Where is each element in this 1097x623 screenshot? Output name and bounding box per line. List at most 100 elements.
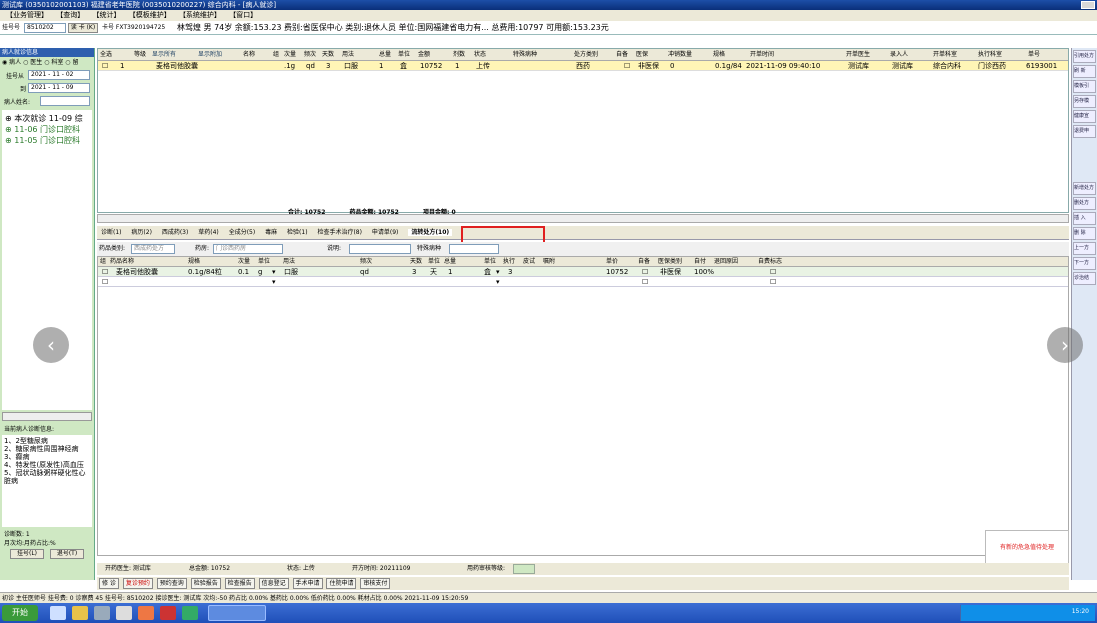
- tab-diagnosis[interactable]: 诊断(1): [101, 229, 122, 236]
- radio-other[interactable]: ○ 留: [65, 59, 78, 66]
- register-button[interactable]: 挂号(L): [10, 549, 44, 559]
- tab-record[interactable]: 病历(2): [131, 229, 152, 236]
- tab-request[interactable]: 申请单(9): [372, 229, 399, 236]
- surgery-request-button[interactable]: 手术申请: [292, 578, 323, 589]
- tab-lab[interactable]: 检验(1): [287, 229, 308, 236]
- app-icon[interactable]: [160, 606, 176, 620]
- table-row[interactable]: ☐ ▾ ▾ ☐ ☐: [98, 277, 1068, 287]
- system-tray: 15:20: [960, 605, 1095, 621]
- detail-grid: 组 药品名称 规格 次量 单位 用法 频次 天数 单位 总量 单位 执行 皮试 …: [97, 256, 1069, 556]
- date-from-input[interactable]: 2021 - 11 - 02: [28, 70, 90, 80]
- app-icon[interactable]: [138, 606, 154, 620]
- appointment-query-button[interactable]: 预约查询: [156, 578, 187, 589]
- delete-rx-button[interactable]: 删处方: [1073, 197, 1096, 210]
- radio-doctor[interactable]: ○ 医生: [23, 59, 42, 66]
- radio-dept[interactable]: ○ 科室: [44, 59, 63, 66]
- app-icon[interactable]: [94, 606, 110, 620]
- col-show-extra[interactable]: 显示附加: [198, 49, 222, 61]
- unregister-button[interactable]: 退号(T): [50, 549, 84, 559]
- next-rx-button[interactable]: 下一方: [1073, 257, 1096, 270]
- table-row[interactable]: ☐ 麦格司他胶囊 0.1g/84粒 0.1 g ▾ 口服 qd 3 天 1 盒 …: [98, 267, 1068, 277]
- reg-buttons: 挂号(L) 退号(T): [0, 547, 94, 561]
- menu-item-business[interactable]: 【业务管理】: [6, 10, 48, 21]
- read-card-button[interactable]: 读 卡 (K): [68, 23, 98, 33]
- pharmacy-select[interactable]: 门诊西药房: [213, 244, 283, 254]
- main-grid-scrollbar[interactable]: [97, 214, 1069, 223]
- menu-item-stats[interactable]: 【统计】: [92, 10, 120, 21]
- new-rx-button[interactable]: 新增处方: [1073, 182, 1096, 195]
- qty-unit-dropdown-icon[interactable]: ▾: [496, 267, 500, 277]
- active-window-button[interactable]: [208, 605, 266, 621]
- row-checkbox[interactable]: ☐: [102, 61, 108, 71]
- menu-item-system[interactable]: 【系统维护】: [179, 10, 221, 21]
- save-template-button[interactable]: 另存模: [1073, 95, 1096, 108]
- insert-button[interactable]: 插 入: [1073, 212, 1096, 225]
- row-checkbox[interactable]: ☐: [102, 267, 108, 277]
- app-icon[interactable]: [182, 606, 198, 620]
- menu-item-template[interactable]: 【模板维护】: [129, 10, 171, 21]
- lab-report-button[interactable]: 检验报告: [190, 578, 221, 589]
- tab-western[interactable]: 西成药(3): [162, 229, 189, 236]
- date-to-input[interactable]: 2021 - 11 - 09: [28, 83, 90, 93]
- cite-rx-button[interactable]: 引用处方: [1073, 50, 1096, 63]
- menu-item-query[interactable]: 【查询】: [56, 10, 84, 21]
- tab-herbal[interactable]: 草药(4): [198, 229, 219, 236]
- action-bar: 修 诊 复诊预约 预约查询 检验报告 检查报告 信息登记 手术申请 住院申请 审…: [97, 577, 1069, 590]
- bottom-status-text: 初诊 主任医师号 挂号费: 0 诊察费 45 挂号号: 8510202 接诊医生…: [2, 595, 469, 602]
- name-row: 病人姓名:: [0, 95, 94, 108]
- self-checkbox[interactable]: ☐: [642, 277, 648, 287]
- folder-icon[interactable]: [72, 606, 88, 620]
- prev-arrow-icon[interactable]: ‹: [33, 327, 69, 363]
- revise-diagnosis-button[interactable]: 修 诊: [99, 578, 119, 589]
- reg-no-input[interactable]: 8510202: [24, 23, 66, 33]
- tab-transfer-rx[interactable]: 流转处方(10): [408, 229, 453, 236]
- table-row[interactable]: ☐ 1 麦格司他胶囊 .1g qd 3 口服 1 盒 10752 1 上传 西药…: [98, 61, 1068, 71]
- desc-select[interactable]: [349, 244, 411, 254]
- tab-full[interactable]: 全成分(5): [229, 229, 256, 236]
- left-scrollbar[interactable]: [2, 412, 92, 421]
- delete-button[interactable]: 删 除: [1073, 227, 1096, 240]
- visit-tree: ⊕ 本次就诊 11-09 综 ⊕ 11-06 门诊口腔科 ⊕ 11-05 门诊口…: [2, 110, 92, 410]
- tab-exam[interactable]: 检查手术治疗(8): [317, 229, 362, 236]
- special-select[interactable]: [449, 244, 499, 254]
- radio-patient[interactable]: ◉ 病人: [2, 59, 21, 66]
- window-control-button[interactable]: [1081, 1, 1095, 9]
- app-icon[interactable]: [50, 606, 66, 620]
- col-show-all[interactable]: 显示所有: [152, 49, 176, 61]
- followup-button[interactable]: 复诊预约: [122, 578, 153, 589]
- self-pay-checkbox[interactable]: ☐: [770, 277, 776, 287]
- name-input[interactable]: [40, 96, 90, 106]
- col-select-all[interactable]: 全选: [100, 49, 112, 61]
- drug-type-select[interactable]: 西成药处方: [131, 244, 175, 254]
- tab-bar: 诊断(1) 病历(2) 西成药(3) 草药(4) 全成分(5) 毒麻 检验(1)…: [97, 226, 1069, 240]
- self-checkbox[interactable]: ☐: [624, 61, 630, 71]
- unit-dropdown-icon[interactable]: ▾: [272, 267, 276, 277]
- prev-rx-button[interactable]: 上一方: [1073, 242, 1096, 255]
- refresh-button[interactable]: 刷 新: [1073, 65, 1096, 78]
- health-edu-button[interactable]: 健康宣: [1073, 110, 1096, 123]
- alert-popup[interactable]: 有新的危急值待处理: [985, 530, 1069, 564]
- visit-item[interactable]: ⊕ 11-05 门诊口腔科: [5, 135, 89, 146]
- audit-pay-button[interactable]: 审核支付: [360, 578, 391, 589]
- unit-dropdown-icon[interactable]: ▾: [272, 277, 276, 287]
- self-pay-checkbox[interactable]: ☐: [770, 267, 776, 277]
- qty-unit-dropdown-icon[interactable]: ▾: [496, 277, 500, 287]
- visit-item[interactable]: ⊕ 本次就诊 11-09 综: [5, 113, 89, 124]
- inpatient-request-button[interactable]: 住院申请: [326, 578, 357, 589]
- refund-button[interactable]: 退费申: [1073, 125, 1096, 138]
- next-arrow-icon[interactable]: ›: [1047, 327, 1083, 363]
- visit-item[interactable]: ⊕ 11-06 门诊口腔科: [5, 124, 89, 135]
- template-button[interactable]: 模板引: [1073, 80, 1096, 93]
- status-date: 开方时间: 20211109: [352, 565, 411, 572]
- col-dose: 次量: [284, 51, 297, 58]
- exam-report-button[interactable]: 检查报告: [224, 578, 255, 589]
- row-checkbox[interactable]: ☐: [102, 277, 108, 287]
- tab-narcotic[interactable]: 毒麻: [265, 229, 277, 236]
- menu-item-window[interactable]: 【窗口】: [229, 10, 257, 21]
- app-icon[interactable]: [116, 606, 132, 620]
- start-button[interactable]: 开始: [2, 605, 38, 621]
- col-self: 自备: [616, 51, 629, 58]
- finish-button[interactable]: 诊治结: [1073, 272, 1096, 285]
- self-checkbox[interactable]: ☐: [642, 267, 648, 277]
- info-register-button[interactable]: 信息登记: [258, 578, 289, 589]
